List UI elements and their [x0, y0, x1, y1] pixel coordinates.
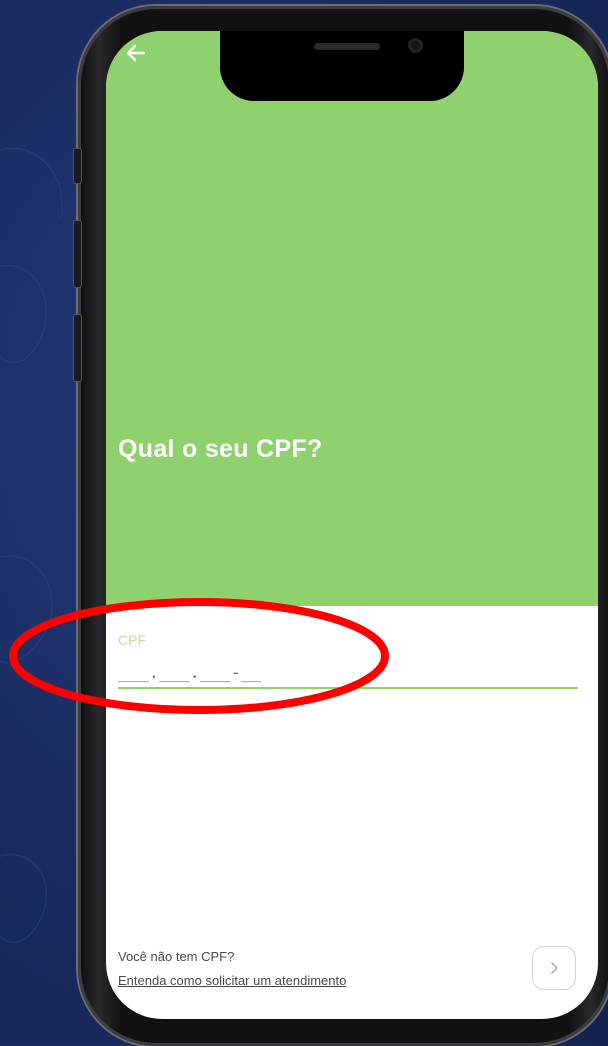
- page-title: Qual o seu CPF?: [118, 435, 323, 463]
- next-button[interactable]: [532, 946, 576, 990]
- volume-down-button: [73, 314, 82, 382]
- phone-screen: Qual o seu CPF? CPF Você não tem CPF? En…: [106, 31, 598, 1019]
- no-cpf-text: Você não tem CPF?: [118, 949, 235, 964]
- header-panel: Qual o seu CPF?: [106, 31, 598, 606]
- cpf-input[interactable]: [118, 659, 578, 689]
- request-help-link[interactable]: Entenda como solicitar um atendimento: [118, 973, 346, 988]
- chevron-right-icon: [551, 962, 558, 974]
- back-arrow-icon[interactable]: [124, 41, 148, 65]
- phone-notch: [220, 31, 464, 101]
- silent-switch: [73, 148, 82, 184]
- front-camera: [408, 38, 423, 53]
- speaker-grille: [314, 43, 380, 50]
- volume-up-button: [73, 220, 82, 288]
- cpf-label: CPF: [118, 632, 146, 648]
